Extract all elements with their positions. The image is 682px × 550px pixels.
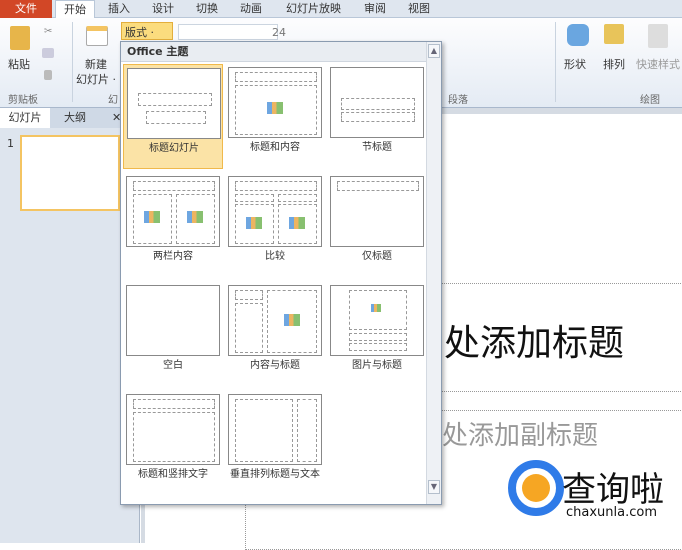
shapes-button[interactable]: 形状 bbox=[564, 56, 586, 72]
tab-review[interactable]: 审阅 bbox=[364, 0, 386, 18]
layout-option[interactable]: 标题和竖排文字 bbox=[123, 391, 223, 496]
tab-outline[interactable]: 大纲 bbox=[64, 108, 86, 128]
layout-thumbnail bbox=[228, 394, 322, 465]
slide-number: 1 bbox=[7, 137, 14, 150]
tab-slides[interactable]: 幻灯片 bbox=[0, 108, 50, 128]
scroll-up-icon[interactable]: ▲ bbox=[428, 44, 440, 58]
layout-thumbnail bbox=[330, 285, 424, 356]
shapes-icon bbox=[567, 24, 589, 46]
layout-gallery-dropdown: Office 主题 ▲ ▼ 标题幻灯片 标题和内容 节标题两栏内容 比较 仅标题空白 内容… bbox=[120, 41, 442, 505]
group-drawing-label: 绘图 bbox=[640, 95, 660, 106]
layout-option[interactable]: 标题和内容 bbox=[225, 64, 325, 169]
cut-icon[interactable]: ✂ bbox=[44, 26, 54, 37]
layout-label: 两栏内容 bbox=[153, 251, 193, 262]
layout-option[interactable]: 标题幻灯片 bbox=[123, 64, 223, 169]
tab-animations[interactable]: 动画 bbox=[240, 0, 262, 18]
layout-thumbnail bbox=[126, 285, 220, 356]
tab-file[interactable]: 文件 bbox=[0, 0, 52, 18]
watermark-name: 查询啦 bbox=[562, 470, 664, 510]
layout-label: 比较 bbox=[265, 251, 285, 262]
layout-label: 仅标题 bbox=[362, 251, 392, 262]
layout-thumbnail bbox=[127, 68, 221, 139]
layout-label: 标题幻灯片 bbox=[149, 143, 199, 154]
arrange-icon bbox=[604, 24, 624, 44]
layout-label: 内容与标题 bbox=[250, 360, 300, 371]
layout-thumbnail bbox=[228, 67, 322, 138]
layout-label: 节标题 bbox=[362, 142, 392, 153]
new-slide-dropdown[interactable]: 幻灯片 · bbox=[76, 71, 116, 87]
gallery-scrollbar[interactable]: ▲ ▼ bbox=[426, 42, 441, 504]
layout-thumbnail bbox=[228, 176, 322, 247]
title-text: 处添加标题 bbox=[444, 323, 625, 364]
layout-thumbnail bbox=[126, 176, 220, 247]
group-paragraph-label: 段落 bbox=[448, 95, 468, 106]
watermark-logo-icon bbox=[508, 460, 564, 516]
slide-thumbnail[interactable] bbox=[20, 135, 120, 211]
layout-button[interactable]: 版式 · bbox=[121, 22, 173, 40]
font-size-box[interactable]: 24 bbox=[272, 26, 286, 39]
pane-tabs: 幻灯片 大纲 ✕ bbox=[0, 108, 140, 128]
tab-slideshow[interactable]: 幻灯片放映 bbox=[286, 0, 341, 18]
font-name-box[interactable] bbox=[178, 24, 278, 40]
gallery-header: Office 主题 bbox=[121, 42, 426, 62]
layout-label: 空白 bbox=[163, 360, 183, 371]
copy-icon[interactable] bbox=[42, 48, 54, 58]
ribbon-tabs: 文件 开始 插入 设计 切换 动画 幻灯片放映 审阅 视图 bbox=[0, 0, 682, 19]
tab-home[interactable]: 开始 bbox=[55, 0, 95, 19]
tab-view[interactable]: 视图 bbox=[408, 0, 430, 18]
layout-option[interactable]: 内容与标题 bbox=[225, 282, 325, 387]
group-clipboard-label: 剪贴板 bbox=[8, 95, 38, 106]
layout-label: 图片与标题 bbox=[352, 360, 402, 371]
tab-transitions[interactable]: 切换 bbox=[196, 0, 218, 18]
layout-label: 标题和竖排文字 bbox=[138, 469, 208, 480]
layout-option[interactable]: 仅标题 bbox=[327, 173, 427, 278]
scroll-down-icon[interactable]: ▼ bbox=[428, 480, 440, 494]
layout-label: 版式 · bbox=[125, 26, 154, 39]
layout-thumbnail bbox=[126, 394, 220, 465]
arrange-button[interactable]: 排列 bbox=[603, 56, 625, 72]
tab-design[interactable]: 设计 bbox=[152, 0, 174, 18]
layout-thumbnail bbox=[228, 285, 322, 356]
paste-icon bbox=[10, 26, 30, 50]
paste-button[interactable]: 粘贴 bbox=[8, 56, 30, 72]
layout-option[interactable]: 比较 bbox=[225, 173, 325, 278]
layout-thumbnail bbox=[330, 176, 424, 247]
new-slide-icon bbox=[86, 26, 108, 46]
format-painter-icon[interactable] bbox=[44, 70, 52, 80]
watermark-url: chaxunla.com bbox=[566, 505, 657, 520]
layout-option[interactable]: 垂直排列标题与文本 bbox=[225, 391, 325, 496]
layout-thumbnail bbox=[330, 67, 424, 138]
new-slide-button[interactable]: 新建 bbox=[85, 56, 107, 72]
group-slides-label: 幻 bbox=[108, 95, 118, 106]
layout-label: 垂直排列标题与文本 bbox=[230, 469, 320, 480]
layout-label: 标题和内容 bbox=[250, 142, 300, 153]
quick-styles-icon bbox=[648, 24, 668, 48]
layout-option[interactable]: 两栏内容 bbox=[123, 173, 223, 278]
quick-styles-button[interactable]: 快速样式 bbox=[636, 56, 680, 72]
layout-option[interactable]: 空白 bbox=[123, 282, 223, 387]
layout-option[interactable]: 节标题 bbox=[327, 64, 427, 169]
tab-insert[interactable]: 插入 bbox=[108, 0, 130, 18]
subtitle-text: 处添加副标题 bbox=[442, 421, 599, 451]
layout-option[interactable]: 图片与标题 bbox=[327, 282, 427, 387]
